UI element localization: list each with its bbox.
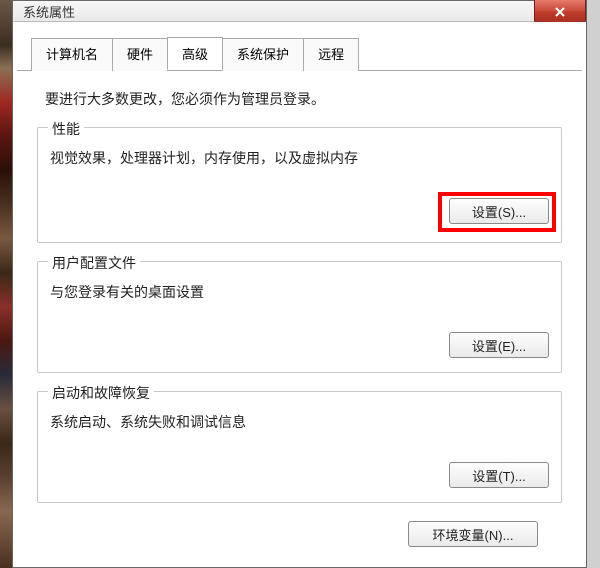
user-profiles-groupbox: 用户配置文件 与您登录有关的桌面设置 设置(E)...	[37, 261, 562, 373]
startup-recovery-title: 启动和故障恢复	[48, 383, 154, 403]
startup-recovery-settings-button[interactable]: 设置(T)...	[449, 462, 549, 488]
env-vars-row: 环境变量(N)...	[37, 521, 562, 547]
window-title: 系统属性	[23, 2, 75, 21]
content-area: 计算机名 硬件 高级 系统保护 远程 要进行大多数更改，您必须作为管理员登录。 …	[13, 22, 586, 567]
close-icon	[554, 6, 566, 18]
tab-remote[interactable]: 远程	[303, 38, 359, 71]
startup-recovery-button-row: 设置(T)...	[50, 462, 549, 488]
performance-title: 性能	[48, 119, 84, 139]
intro-text: 要进行大多数更改，您必须作为管理员登录。	[45, 89, 554, 109]
tab-computer-name[interactable]: 计算机名	[31, 38, 113, 71]
user-profiles-button-row: 设置(E)...	[50, 332, 549, 358]
performance-button-row: 设置(S)...	[50, 198, 549, 224]
tab-hardware[interactable]: 硬件	[112, 38, 168, 71]
tab-system-protection[interactable]: 系统保护	[222, 38, 304, 71]
user-profiles-desc: 与您登录有关的桌面设置	[50, 282, 549, 302]
tab-body-advanced: 要进行大多数更改，您必须作为管理员登录。 性能 视觉效果，处理器计划，内存使用，…	[17, 70, 582, 567]
user-profiles-title: 用户配置文件	[48, 253, 140, 273]
tabs-row: 计算机名 硬件 高级 系统保护 远程	[31, 37, 586, 70]
environment-variables-button[interactable]: 环境变量(N)...	[408, 521, 538, 547]
system-properties-window: 系统属性 计算机名 硬件 高级 系统保护 远程 要进行大多数更改，您必须作为管理…	[12, 0, 587, 568]
titlebar: 系统属性	[13, 1, 586, 22]
close-button[interactable]	[534, 0, 586, 24]
tab-advanced[interactable]: 高级	[167, 37, 223, 70]
performance-groupbox: 性能 视觉效果，处理器计划，内存使用，以及虚拟内存 设置(S)...	[37, 127, 562, 243]
user-profiles-settings-button[interactable]: 设置(E)...	[449, 332, 549, 358]
background-strip	[0, 0, 12, 568]
startup-recovery-desc: 系统启动、系统失败和调试信息	[50, 412, 549, 432]
performance-desc: 视觉效果，处理器计划，内存使用，以及虚拟内存	[50, 148, 549, 168]
performance-settings-button[interactable]: 设置(S)...	[449, 198, 549, 224]
startup-recovery-groupbox: 启动和故障恢复 系统启动、系统失败和调试信息 设置(T)...	[37, 391, 562, 503]
